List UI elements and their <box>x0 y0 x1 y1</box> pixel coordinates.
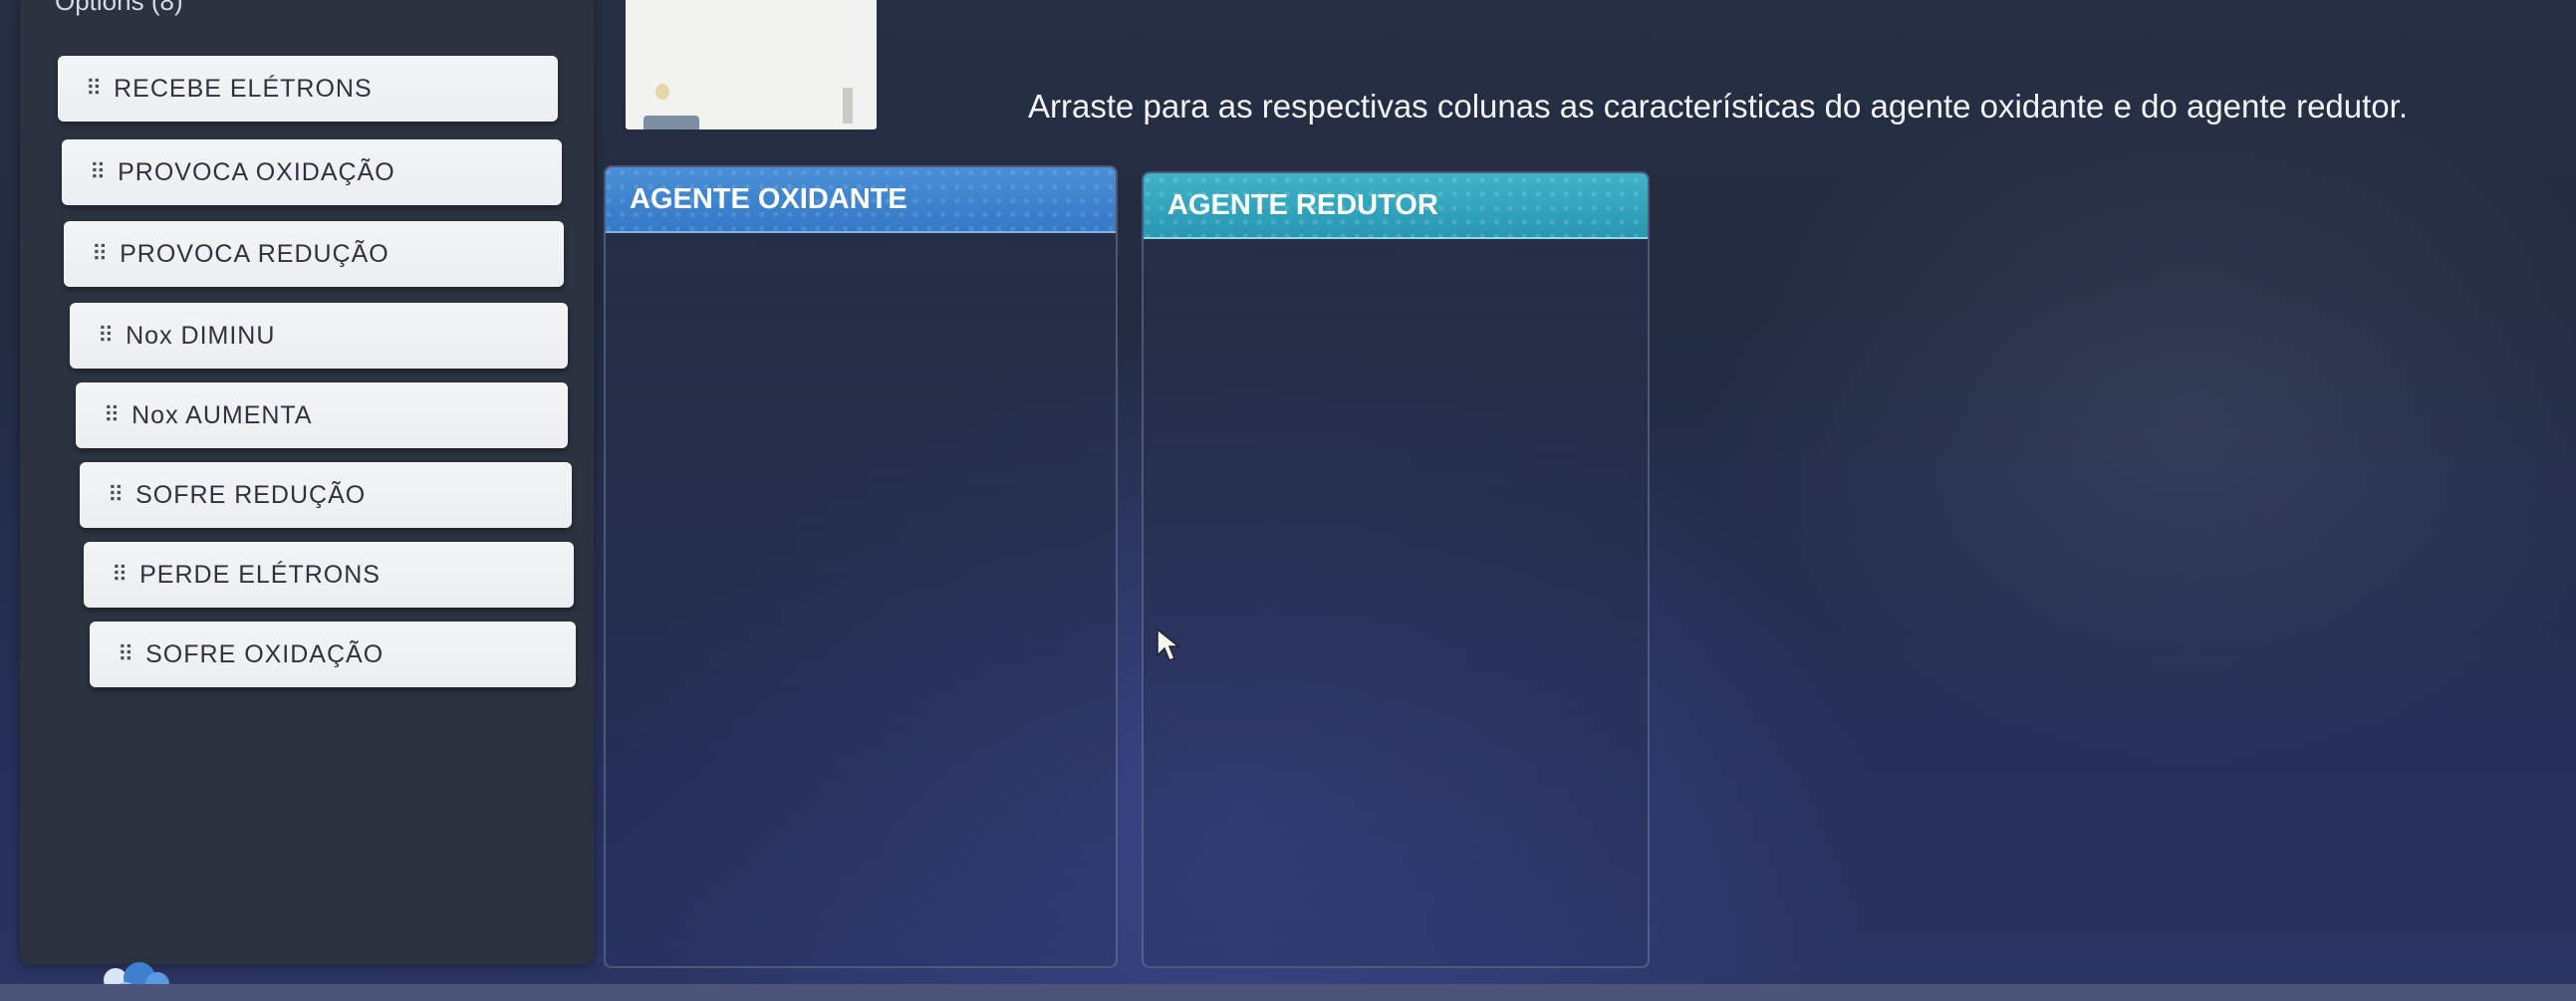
instruction-text: Arraste para as respectivas colunas as c… <box>1028 88 2408 125</box>
drop-column-agente-oxidante[interactable]: AGENTE OXIDANTE <box>604 165 1118 968</box>
option-card-perde-eletrons[interactable]: ⠿ PERDE ELÉTRONS <box>84 542 574 608</box>
thumbnail-shape <box>644 116 699 129</box>
option-label: PROVOCA OXIDAÇÃO <box>118 157 395 186</box>
option-label: SOFRE REDUÇÃO <box>135 480 367 509</box>
thumbnail-shape <box>843 88 853 124</box>
option-card-provoca-oxidacao[interactable]: ⠿ PROVOCA OXIDAÇÃO <box>62 139 562 205</box>
option-label: PERDE ELÉTRONS <box>139 560 381 589</box>
drag-handle-icon: ⠿ <box>86 76 102 102</box>
options-list: ⠿ RECEBE ELÉTRONS ⠿ PROVOCA OXIDAÇÃO ⠿ P… <box>0 0 598 697</box>
option-card-nox-diminu[interactable]: ⠿ Nox DIMINU <box>70 303 568 369</box>
drag-handle-icon: ⠿ <box>92 241 108 267</box>
option-card-sofre-reducao[interactable]: ⠿ SOFRE REDUÇÃO <box>80 462 572 528</box>
activity-stage: Options (8) ⠿ RECEBE ELÉTRONS ⠿ PROVOCA … <box>0 0 2576 1001</box>
drop-column-agente-redutor[interactable]: AGENTE REDUTOR <box>1142 171 1650 968</box>
option-label: Nox DIMINU <box>126 321 276 350</box>
option-card-provoca-reducao[interactable]: ⠿ PROVOCA REDUÇÃO <box>64 221 564 287</box>
option-card-sofre-oxidacao[interactable]: ⠿ SOFRE OXIDAÇÃO <box>90 622 576 687</box>
option-card-recebe-eletrons[interactable]: ⠿ RECEBE ELÉTRONS <box>58 56 558 122</box>
drag-handle-icon: ⠿ <box>112 562 128 588</box>
thumbnail-shape <box>655 84 669 100</box>
bottom-bar <box>0 984 2576 1001</box>
option-label: RECEBE ELÉTRONS <box>114 74 373 103</box>
drag-handle-icon: ⠿ <box>118 641 133 667</box>
option-label: SOFRE OXIDAÇÃO <box>145 639 385 668</box>
drag-handle-icon: ⠿ <box>90 159 106 185</box>
drag-handle-icon: ⠿ <box>108 482 124 508</box>
mouse-pointer-icon <box>1157 627 1181 661</box>
column-header-agente-redutor: AGENTE REDUTOR <box>1144 173 1648 239</box>
drag-handle-icon: ⠿ <box>104 402 120 428</box>
option-card-nox-aumenta[interactable]: ⠿ Nox AUMENTA <box>76 382 568 448</box>
drag-handle-icon: ⠿ <box>98 323 114 349</box>
column-header-agente-oxidante: AGENTE OXIDANTE <box>606 167 1116 233</box>
image-thumbnail <box>626 0 877 129</box>
option-label: Nox AUMENTA <box>131 400 313 429</box>
option-label: PROVOCA REDUÇÃO <box>120 239 389 268</box>
